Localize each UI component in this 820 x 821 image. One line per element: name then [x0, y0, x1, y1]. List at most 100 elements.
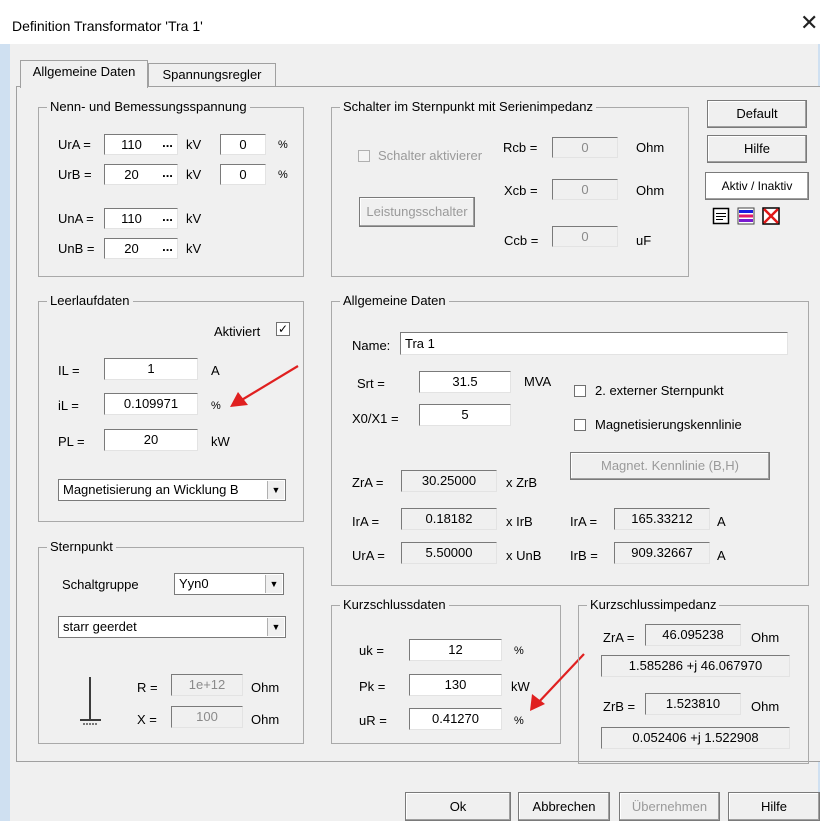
annotation-arrow-icon [230, 365, 299, 407]
rcb-label: Rcb = [503, 140, 538, 155]
group-title: Kurzschlussimpedanz [587, 597, 720, 612]
name-input[interactable]: Tra 1 [400, 332, 788, 355]
irb-amp-label: IrB = [570, 548, 598, 563]
chevron-down-icon: ▼ [267, 481, 284, 499]
ok-button[interactable]: Ok [405, 792, 511, 821]
ura-pct-input[interactable]: 0 [220, 134, 266, 155]
uebernehmen-button[interactable]: Übernehmen [619, 792, 720, 821]
uk-label: uk = [359, 643, 384, 658]
zrb-imp-value: 1.523810 [645, 693, 741, 715]
ccb-input[interactable]: 0 [552, 226, 618, 247]
r-unit: Ohm [251, 680, 280, 695]
ura-unit: kV [186, 137, 202, 152]
erdung-select[interactable]: starr geerdet ▼ [58, 616, 286, 638]
una-input[interactable]: 110 [104, 208, 159, 229]
xcb-input[interactable]: 0 [552, 179, 618, 200]
ira-amp-unit: A [717, 514, 726, 529]
aktiviert-checkbox[interactable]: ✓ [276, 322, 290, 336]
zra-ratio-label: ZrA = [352, 475, 384, 490]
ira-ratio-value: 0.18182 [401, 508, 497, 530]
tab-allgemeine-daten[interactable]: Allgemeine Daten [20, 60, 148, 88]
ura-pct-unit: % [278, 139, 288, 151]
pl-input[interactable]: 20 [104, 429, 198, 451]
zra-ratio-value: 30.25000 [401, 470, 497, 492]
color-lines-icon[interactable] [737, 207, 755, 228]
ura-ratio-label: UrA = [352, 548, 385, 563]
srt-unit: MVA [524, 374, 552, 389]
una-unit: kV [186, 211, 202, 226]
urb-unit: kV [186, 167, 202, 182]
zrb-imp-unit: Ohm [751, 699, 780, 714]
chevron-down-icon: ▼ [267, 618, 284, 636]
group-title: Nenn- und Bemessungsspannung [47, 99, 250, 114]
irb-amp-unit: A [717, 548, 726, 563]
uk-input[interactable]: 12 [409, 639, 502, 661]
x-unit: Ohm [251, 712, 280, 727]
aktiv-inaktiv-button[interactable]: Aktiv / Inaktiv [705, 172, 809, 200]
ura-input[interactable]: 110 [104, 134, 159, 155]
group-title: Allgemeine Daten [340, 293, 449, 308]
pl-unit: kW [211, 434, 230, 449]
ur-unit: % [514, 715, 524, 727]
name-label: Name: [352, 338, 391, 353]
ira-ratio-unit: x IrB [506, 514, 533, 529]
schaltgruppe-select[interactable]: Yyn0 ▼ [174, 573, 284, 595]
magnetisierungskennlinie-checkbox[interactable] [574, 419, 586, 431]
notes-icon[interactable] [712, 207, 730, 228]
urb-dots-button[interactable]: ... [158, 164, 178, 185]
abbrechen-button[interactable]: Abbrechen [518, 792, 610, 821]
magnet-kennlinie-button[interactable]: Magnet. Kennlinie (B,H) [570, 452, 770, 480]
unb-input[interactable]: 20 [104, 238, 159, 259]
il-pct-unit: % [211, 400, 221, 412]
xcb-unit: Ohm [636, 183, 665, 198]
default-button[interactable]: Default [707, 100, 807, 128]
urb-input[interactable]: 20 [104, 164, 159, 185]
x-input[interactable]: 100 [171, 706, 243, 728]
ccb-label: Ccb = [504, 233, 539, 248]
close-icon[interactable]: ✕ [800, 12, 818, 34]
x0x1-label: X0/X1 = [352, 411, 399, 426]
il-input[interactable]: 1 [104, 358, 198, 380]
il-label: IL = [58, 363, 80, 378]
ura-ratio-value: 5.50000 [401, 542, 497, 564]
uk-unit: % [514, 645, 524, 657]
ura-ratio-unit: x UnB [506, 548, 542, 563]
irb-amp-value: 909.32667 [614, 542, 710, 564]
ura-dots-button[interactable]: ... [158, 134, 178, 155]
x0x1-input[interactable]: 5 [419, 404, 511, 426]
rcb-input[interactable]: 0 [552, 137, 618, 158]
il-pct-input[interactable]: 0.109971 [104, 393, 198, 415]
pl-label: PL = [58, 434, 85, 449]
il-unit: A [211, 363, 220, 378]
delete-x-icon[interactable] [762, 207, 780, 228]
tab-spannungsregler[interactable]: Spannungsregler [148, 63, 276, 88]
unb-unit: kV [186, 241, 202, 256]
zra-imp-label: ZrA = [603, 630, 635, 645]
unb-dots-button[interactable]: ... [158, 238, 178, 259]
leistungsschalter-button[interactable]: Leistungsschalter [359, 197, 475, 227]
zrb-complex-value: 0.052406 +j 1.522908 [601, 727, 790, 749]
magnetisierung-select[interactable]: Magnetisierung an Wicklung B ▼ [58, 479, 286, 501]
magnetisierung-select-value: Magnetisierung an Wicklung B [63, 482, 239, 497]
zra-imp-value: 46.095238 [645, 624, 741, 646]
srt-input[interactable]: 31.5 [419, 371, 511, 393]
tab-label: Spannungsregler [162, 67, 262, 82]
zra-complex-value: 1.585286 +j 46.067970 [601, 655, 790, 677]
ext-sternpunkt-checkbox[interactable] [574, 385, 586, 397]
tab-label: Allgemeine Daten [32, 64, 136, 79]
pk-input[interactable]: 130 [409, 674, 502, 696]
ur-input[interactable]: 0.41270 [409, 708, 502, 730]
x-label: X = [137, 712, 157, 727]
hilfe-button[interactable]: Hilfe [707, 135, 807, 163]
group-title: Sternpunkt [47, 539, 116, 554]
una-dots-button[interactable]: ... [158, 208, 178, 229]
urb-label: UrB = [58, 167, 92, 182]
unb-label: UnB = [58, 241, 95, 256]
r-input[interactable]: 1e+12 [171, 674, 243, 696]
hilfe-bottom-button[interactable]: Hilfe [728, 792, 820, 821]
urb-pct-input[interactable]: 0 [220, 164, 266, 185]
schalter-aktivieren-checkbox[interactable] [358, 150, 370, 162]
rcb-unit: Ohm [636, 140, 665, 155]
zrb-imp-label: ZrB = [603, 699, 636, 714]
una-label: UnA = [58, 211, 94, 226]
